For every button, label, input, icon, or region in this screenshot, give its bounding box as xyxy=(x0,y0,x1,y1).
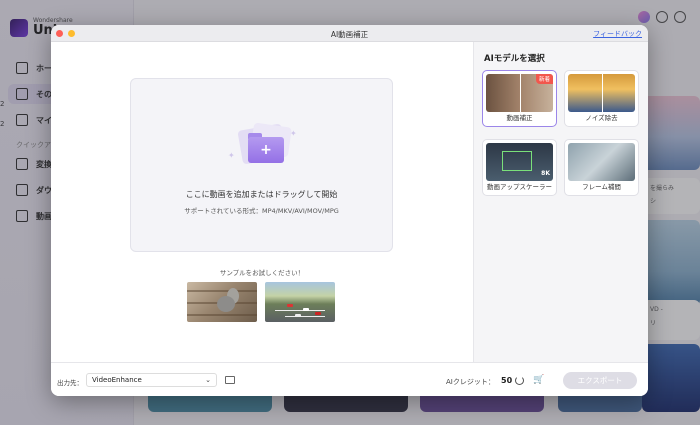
ai-video-enhance-dialog: AI動画補正 フィードバック + ✦ ✦ ここに動画を追加またはドラッグして開始… xyxy=(51,25,648,396)
file-dropzone[interactable]: + ✦ ✦ ここに動画を追加またはドラッグして開始 サポートされている形式：MP… xyxy=(130,78,393,252)
model-label: ノイズ除去 xyxy=(585,114,618,122)
model-pane-title: AIモデルを選択 xyxy=(484,54,545,64)
model-label: 動画補正 xyxy=(506,114,533,122)
cart-icon[interactable]: 🛒 xyxy=(533,375,544,385)
squirrel-sample[interactable] xyxy=(187,282,257,322)
title-bar: AI動画補正 フィードバック xyxy=(51,25,648,42)
upload-pane: + ✦ ✦ ここに動画を追加またはドラッグして開始 サポートされている形式：MP… xyxy=(51,42,473,362)
new-badge: 新着 xyxy=(535,74,553,84)
model-card-frame-interpolation[interactable]: フレーム補間 xyxy=(564,139,639,196)
model-selection-pane: AIモデルを選択 新着 動画補正 ノイズ除去 8K 動画アップスケーラー フレー… xyxy=(473,42,648,362)
refresh-icon[interactable] xyxy=(515,376,524,385)
dialog-footer: 出力先： VideoEnhance ⌄ AIクレジット： 50 🛒 エクスポート xyxy=(51,362,648,396)
output-folder-value: VideoEnhance xyxy=(92,376,142,384)
model-thumbnail xyxy=(568,143,635,181)
model-thumbnail: 8K xyxy=(486,143,553,181)
plus-icon: + xyxy=(260,142,272,158)
dialog-title: AI動画補正 xyxy=(330,30,369,39)
sparkle-icon: ✦ xyxy=(290,129,297,138)
export-button[interactable]: エクスポート xyxy=(563,372,637,389)
output-label: 出力先： xyxy=(57,379,83,387)
samples-label: サンプルをお試しください！ xyxy=(219,269,305,277)
highway-sample[interactable] xyxy=(265,282,335,322)
model-card-noise-removal[interactable]: ノイズ除去 xyxy=(564,70,639,127)
dropzone-instruction: ここに動画を追加またはドラッグして開始 xyxy=(185,190,338,199)
model-label: フレーム補間 xyxy=(582,183,621,191)
model-card-video-enhance[interactable]: 新着 動画補正 xyxy=(482,70,557,127)
model-card-video-upscaler[interactable]: 8K 動画アップスケーラー xyxy=(482,139,557,196)
model-label: 動画アップスケーラー xyxy=(487,183,552,191)
chevron-down-icon: ⌄ xyxy=(205,376,211,384)
ai-credit-value: 50 xyxy=(501,376,513,385)
ai-credit-label: AIクレジット： xyxy=(446,378,495,386)
supported-formats: サポートされている形式：MP4/MKV/AVI/MOV/MPG xyxy=(184,207,339,215)
open-folder-icon[interactable] xyxy=(225,376,235,384)
feedback-link[interactable]: フィードバック xyxy=(593,29,642,39)
add-folder-icon: + ✦ ✦ xyxy=(228,122,297,171)
output-folder-select[interactable]: VideoEnhance ⌄ xyxy=(86,373,217,387)
resolution-label: 8K xyxy=(541,170,550,177)
model-thumbnail xyxy=(568,74,635,112)
sparkle-icon: ✦ xyxy=(228,151,235,160)
